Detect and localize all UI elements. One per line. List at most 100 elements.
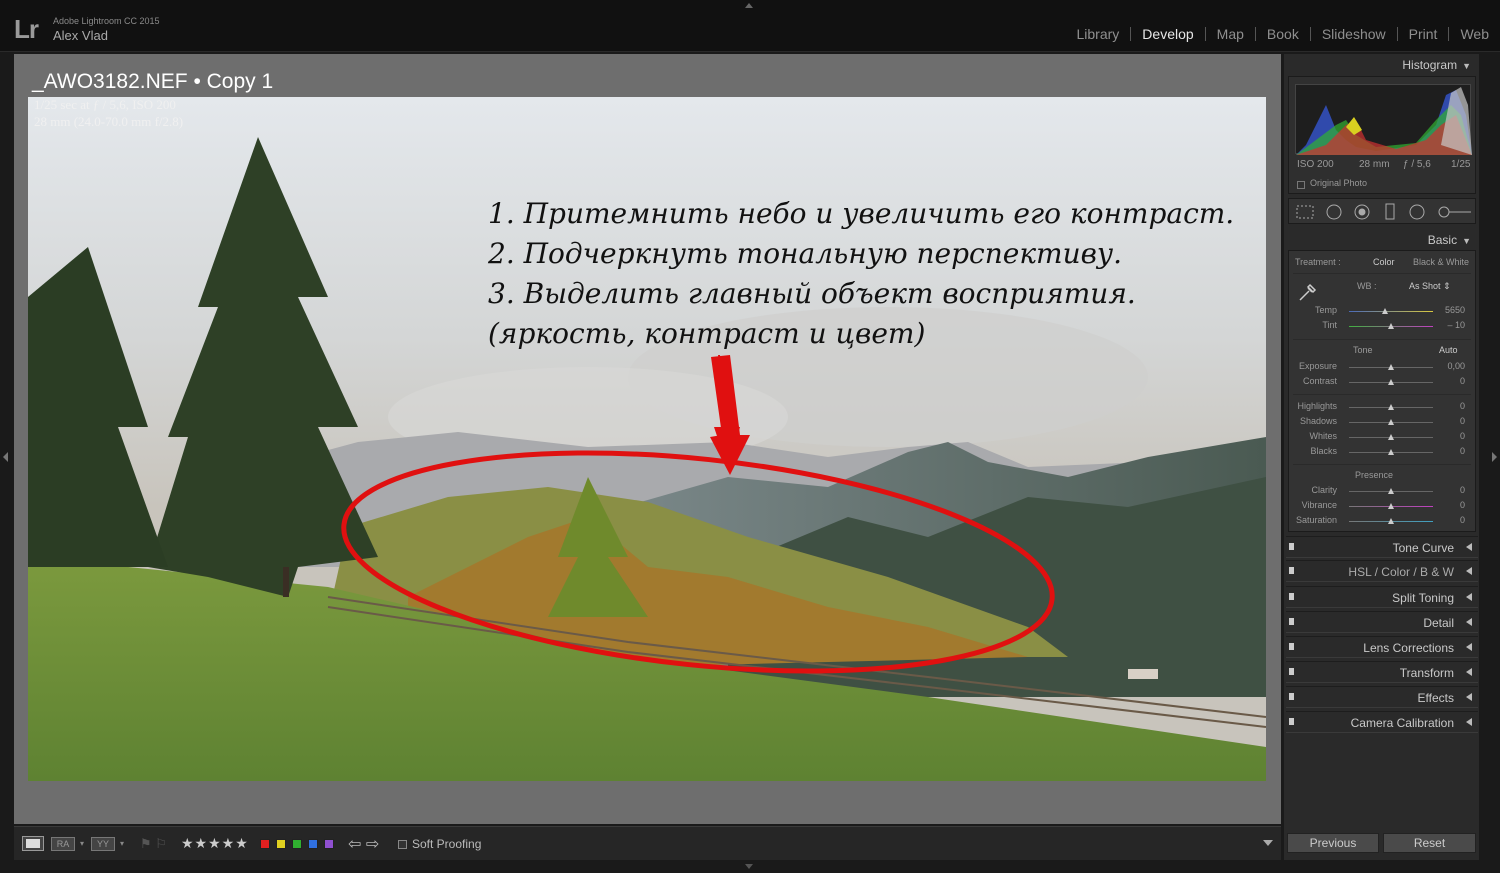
top-bar: Lr Adobe Lightroom CC 2015 Alex Vlad Lib… — [0, 0, 1500, 52]
module-print[interactable]: Print — [1398, 26, 1449, 42]
left-panel-toggle-icon[interactable] — [3, 452, 8, 462]
panel-hsl[interactable]: HSL / Color / B & W — [1286, 560, 1478, 582]
module-develop[interactable]: Develop — [1131, 26, 1204, 42]
blacks-slider-knob[interactable] — [1388, 449, 1394, 455]
flag-icon[interactable]: ⚑ ⚐ — [140, 836, 167, 851]
toolbar-menu-icon[interactable] — [1263, 840, 1273, 846]
panel-transform[interactable]: Transform — [1286, 661, 1478, 683]
module-book[interactable]: Book — [1256, 26, 1310, 42]
panel-detail[interactable]: Detail — [1286, 611, 1478, 633]
photo-preview[interactable]: 1. Притемнить небо и увеличить его контр… — [28, 97, 1266, 781]
before-after-view-button[interactable]: RA — [51, 837, 75, 851]
panel-switch-icon[interactable] — [1289, 693, 1294, 700]
vibrance-label: Vibrance — [1301, 500, 1337, 510]
exif-lens: 28 mm (24.0-70.0 mm f/2.8) — [34, 114, 184, 129]
panel-switch-icon[interactable] — [1289, 567, 1294, 574]
blacks-value[interactable]: 0 — [1460, 446, 1465, 456]
highlights-slider-knob[interactable] — [1388, 404, 1394, 410]
blacks-row: Blacks 0 — [1289, 446, 1475, 460]
panel-camera-calibration[interactable]: Camera Calibration — [1286, 711, 1478, 733]
expand-triangle-icon — [1466, 543, 1472, 551]
saturation-slider-knob[interactable] — [1388, 518, 1394, 524]
right-panel-toggle-icon[interactable] — [1492, 452, 1497, 462]
reset-button[interactable]: Reset — [1383, 833, 1476, 853]
wb-row: WB : As Shot ⇕ — [1289, 281, 1475, 295]
before-after-split-button[interactable]: YY — [91, 837, 115, 851]
panel-switch-icon[interactable] — [1289, 593, 1294, 600]
temp-slider-knob[interactable] — [1382, 308, 1388, 314]
temp-value[interactable]: 5650 — [1445, 305, 1465, 315]
highlights-value[interactable]: 0 — [1460, 401, 1465, 411]
original-photo-checkbox[interactable] — [1297, 181, 1305, 189]
shadows-value[interactable]: 0 — [1460, 416, 1465, 426]
adjustment-brush-icon — [1438, 206, 1450, 218]
panel-effects[interactable]: Effects — [1286, 686, 1478, 708]
previous-button[interactable]: Previous — [1287, 833, 1379, 853]
temp-slider[interactable] — [1349, 311, 1433, 312]
clarity-slider-knob[interactable] — [1388, 488, 1394, 494]
treatment-bw-option[interactable]: Black & White — [1413, 257, 1469, 267]
chevron-down-icon[interactable]: ▾ — [120, 839, 124, 848]
exposure-value[interactable]: 0,00 — [1447, 361, 1465, 371]
saturation-value[interactable]: 0 — [1460, 515, 1465, 525]
panel-switch-icon[interactable] — [1289, 668, 1294, 675]
basic-panel: Treatment : Color Black & White WB : As … — [1288, 250, 1476, 532]
whites-slider-knob[interactable] — [1388, 434, 1394, 440]
panel-switch-icon[interactable] — [1289, 643, 1294, 650]
loupe-view-icon[interactable] — [22, 836, 44, 851]
module-library[interactable]: Library — [1066, 26, 1131, 42]
expand-triangle-icon — [1466, 618, 1472, 626]
annotation-line-2: 2. Подчеркнуть тональную перспективу. — [488, 237, 1123, 270]
divider — [1293, 394, 1471, 395]
panel-switch-icon[interactable] — [1289, 718, 1294, 725]
contrast-row: Contrast 0 — [1289, 376, 1475, 390]
panel-switch-icon[interactable] — [1289, 618, 1294, 625]
image-canvas: 1. Притемнить небо и увеличить его контр… — [14, 54, 1281, 824]
whites-value[interactable]: 0 — [1460, 431, 1465, 441]
treatment-row: Treatment : Color Black & White — [1289, 257, 1475, 271]
collapse-triangle-icon: ▼ — [1462, 236, 1471, 246]
clarity-label: Clarity — [1311, 485, 1337, 495]
contrast-value[interactable]: 0 — [1460, 376, 1465, 386]
module-slideshow[interactable]: Slideshow — [1311, 26, 1397, 42]
panel-lens-corrections[interactable]: Lens Corrections — [1286, 636, 1478, 658]
module-map[interactable]: Map — [1206, 26, 1255, 42]
hist-iso: ISO 200 — [1297, 159, 1334, 170]
soft-proofing-checkbox[interactable] — [398, 840, 407, 849]
histogram-header[interactable]: Histogram ▼ — [1402, 58, 1471, 72]
vibrance-slider-knob[interactable] — [1388, 503, 1394, 509]
panel-split-toning[interactable]: Split Toning — [1286, 586, 1478, 608]
contrast-slider-knob[interactable] — [1388, 379, 1394, 385]
lens-corrections-title: Lens Corrections — [1363, 641, 1454, 655]
annotation-line-4: (яркость, контраст и цвет) — [488, 317, 926, 350]
color-label-green[interactable] — [292, 839, 302, 849]
tint-value[interactable]: – 10 — [1447, 320, 1465, 330]
temp-row: Temp 5650 — [1289, 305, 1475, 319]
chevron-down-icon[interactable]: ▾ — [80, 839, 84, 848]
wb-dropdown[interactable]: As Shot ⇕ — [1409, 281, 1451, 292]
shadows-slider-knob[interactable] — [1388, 419, 1394, 425]
vibrance-value[interactable]: 0 — [1460, 500, 1465, 510]
presence-label: Presence — [1355, 470, 1394, 480]
navigate-arrows-icon[interactable]: ⇦ ⇨ — [348, 834, 379, 853]
histogram-graph[interactable] — [1295, 84, 1472, 155]
top-panel-toggle-icon[interactable] — [745, 3, 753, 8]
hist-aperture: ƒ / 5,6 — [1403, 159, 1431, 170]
panel-tone-curve[interactable]: Tone Curve — [1286, 536, 1478, 558]
treatment-color-option[interactable]: Color — [1373, 257, 1395, 267]
color-label-red[interactable] — [260, 839, 270, 849]
color-label-purple[interactable] — [324, 839, 334, 849]
basic-header[interactable]: Basic ▼ — [1428, 233, 1471, 247]
module-web[interactable]: Web — [1449, 26, 1500, 42]
auto-tone-button[interactable]: Auto — [1439, 345, 1458, 355]
exposure-slider-knob[interactable] — [1388, 364, 1394, 370]
exif-exposure: 1/25 sec at ƒ / 5,6, ISO 200 — [34, 97, 176, 112]
color-label-blue[interactable] — [308, 839, 318, 849]
star-rating[interactable]: ★★★★★ — [181, 835, 249, 851]
soft-proofing-label: Soft Proofing — [412, 837, 482, 851]
clarity-value[interactable]: 0 — [1460, 485, 1465, 495]
filmstrip-toggle-icon[interactable] — [745, 864, 753, 869]
tint-slider-knob[interactable] — [1388, 323, 1394, 329]
color-label-yellow[interactable] — [276, 839, 286, 849]
panel-switch-icon[interactable] — [1289, 543, 1294, 550]
